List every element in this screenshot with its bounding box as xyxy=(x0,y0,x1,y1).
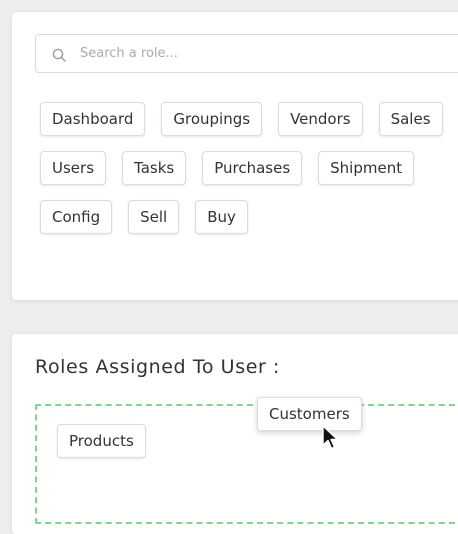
role-chip-config[interactable]: Config xyxy=(40,200,113,234)
role-search-input[interactable] xyxy=(80,35,458,72)
role-chip-purchases[interactable]: Purchases xyxy=(202,151,303,185)
role-chip-sell[interactable]: Sell xyxy=(128,200,180,234)
role-chip-users[interactable]: Users xyxy=(40,151,107,185)
available-role-list: Dashboard Groupings Vendors Sales Users … xyxy=(40,102,458,249)
role-row: Config Sell Buy xyxy=(40,200,458,234)
available-roles-card: Dashboard Groupings Vendors Sales Users … xyxy=(12,12,458,300)
role-row: Users Tasks Purchases Shipment xyxy=(40,151,458,185)
role-chip-vendors[interactable]: Vendors xyxy=(278,102,363,136)
role-chip-groupings[interactable]: Groupings xyxy=(161,102,263,136)
search-icon xyxy=(52,48,66,62)
role-chip-dashboard[interactable]: Dashboard xyxy=(40,102,146,136)
assigned-roles-title: Roles Assigned To User : xyxy=(35,356,281,378)
assigned-role-chip-products[interactable]: Products xyxy=(57,424,146,458)
role-chip-tasks[interactable]: Tasks xyxy=(122,151,187,185)
assigned-roles-card: Roles Assigned To User : Products xyxy=(12,334,458,534)
role-row: Dashboard Groupings Vendors Sales xyxy=(40,102,458,136)
dragging-role-chip-customers[interactable]: Customers xyxy=(257,397,362,431)
role-chip-buy[interactable]: Buy xyxy=(195,200,248,234)
role-chip-sales[interactable]: Sales xyxy=(378,102,443,136)
assigned-roles-dropzone[interactable]: Products xyxy=(35,404,458,524)
role-search-box[interactable] xyxy=(35,34,458,73)
role-chip-shipment[interactable]: Shipment xyxy=(318,151,415,185)
